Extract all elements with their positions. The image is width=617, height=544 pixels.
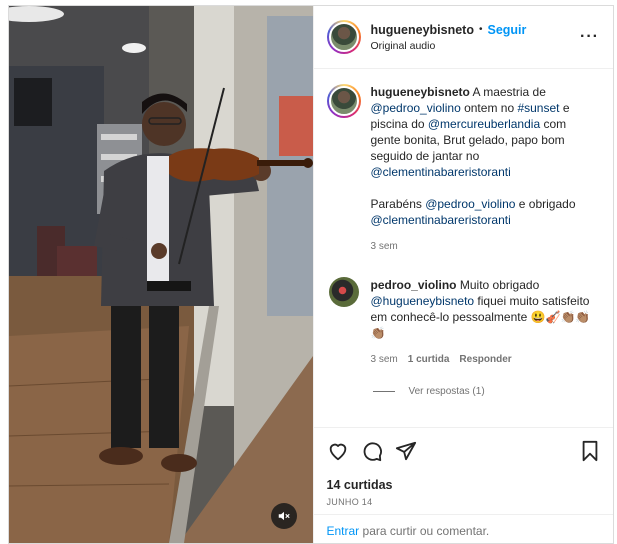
video-frame — [9, 6, 313, 543]
text-run: Parabéns — [370, 197, 426, 211]
mention-link[interactable]: @pedroo_violino — [425, 197, 515, 211]
mention-link[interactable]: #sunset — [517, 101, 559, 115]
comment-time[interactable]: 3 sem — [371, 352, 398, 368]
comment-likes[interactable]: 1 curtida — [408, 352, 450, 368]
mention-link[interactable]: @hugueneybisneto — [371, 294, 475, 308]
audio-label[interactable]: Original audio — [371, 40, 581, 52]
caption-text: hugueneybisneto A maestria de @pedroo_vi… — [371, 84, 600, 180]
post-header: hugueneybisneto • Seguir Original audio … — [313, 6, 613, 69]
heart-icon — [329, 443, 346, 461]
caption-body-2: Parabéns @pedroo_violino e obrigado @cle… — [371, 196, 600, 228]
caption-avatar[interactable] — [326, 84, 361, 118]
comment-button[interactable] — [361, 440, 383, 462]
comments-list[interactable]: hugueneybisneto A maestria de @pedroo_vi… — [314, 70, 614, 426]
text-run: e obrigado — [515, 197, 576, 211]
post-dialog: hugueneybisneto • Seguir Original audio … — [8, 5, 614, 544]
login-link[interactable]: Entrar — [327, 524, 360, 538]
bookmark-icon — [582, 440, 598, 462]
caption-username[interactable]: hugueneybisneto — [371, 85, 470, 99]
caption: hugueneybisneto A maestria de @pedroo_vi… — [326, 84, 600, 255]
share-button[interactable] — [395, 440, 417, 462]
caption-body: A maestria de @pedroo_violino ontem no #… — [371, 85, 570, 179]
follow-button[interactable]: Seguir — [488, 23, 527, 37]
mention-link[interactable]: @clementinabareristoranti — [371, 213, 511, 227]
add-comment-text: para curtir ou comentar. — [359, 524, 490, 538]
more-options-icon[interactable]: ··· — [580, 28, 599, 46]
like-button[interactable] — [327, 440, 349, 462]
mention-link[interactable]: @pedroo_violino — [371, 101, 461, 115]
replies-line — [372, 391, 395, 392]
mention-link[interactable]: @mercureuberlandia — [428, 117, 540, 131]
text-run: ontem no — [460, 101, 518, 115]
commenter-avatar[interactable] — [328, 277, 359, 307]
muted-speaker-icon — [278, 511, 290, 521]
share-icon — [395, 441, 416, 461]
comment-icon — [363, 442, 382, 462]
add-comment-bar: Entrar para curtir ou comentar. — [313, 514, 613, 543]
post-actions: 14 curtidas JUNHO 14 — [313, 427, 613, 507]
author-username[interactable]: hugueneybisneto — [371, 23, 474, 37]
post-side-panel: hugueneybisneto • Seguir Original audio … — [312, 6, 614, 543]
mention-link[interactable]: @clementinabareristoranti — [371, 165, 511, 179]
comment: pedroo_violino Muito obrigado @hugueneyb… — [327, 277, 600, 368]
separator-dot: • — [478, 24, 483, 35]
text-run: A maestria de — [472, 85, 546, 99]
author-avatar[interactable] — [326, 20, 361, 54]
caption-time[interactable]: 3 sem — [371, 239, 398, 255]
view-replies-button[interactable]: Ver respostas (1) — [372, 386, 600, 397]
mute-button[interactable] — [271, 503, 297, 529]
text-run: Muito obrigado — [459, 278, 540, 292]
save-button[interactable] — [580, 440, 600, 462]
comment-text: pedroo_violino Muito obrigado @hugueneyb… — [371, 277, 600, 341]
commenter-username[interactable]: pedroo_violino — [371, 278, 457, 292]
post-date[interactable]: JUNHO 14 — [327, 497, 601, 507]
likes-count[interactable]: 14 curtidas — [327, 478, 601, 492]
post-video[interactable] — [9, 6, 313, 543]
view-replies-label: Ver respostas (1) — [408, 386, 485, 397]
reply-button[interactable]: Responder — [459, 352, 511, 368]
